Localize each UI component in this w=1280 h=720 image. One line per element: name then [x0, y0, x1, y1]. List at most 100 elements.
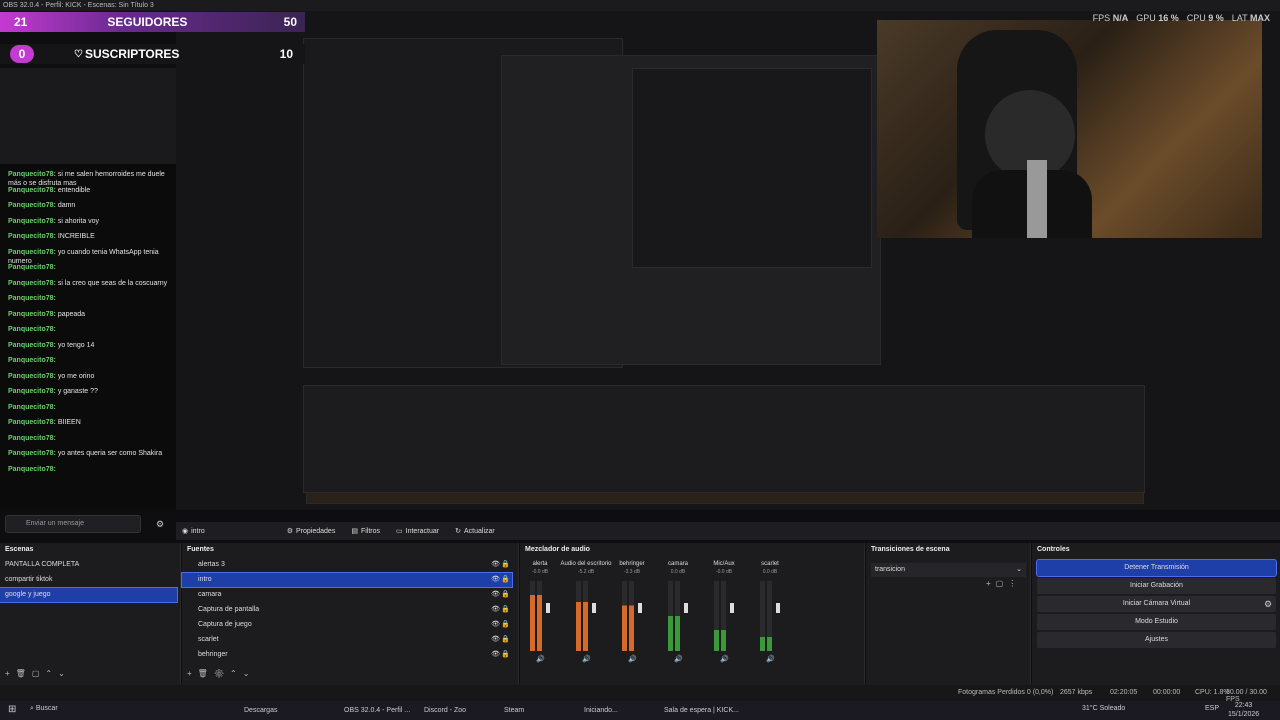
speaker-icon[interactable]: 🔊 [582, 654, 591, 663]
source-item[interactable]: Captura de juego 👁 🔒 [182, 618, 512, 632]
chat-username[interactable]: Panquecito78: [8, 218, 56, 225]
chat-message: Panquecito78: damn [8, 201, 172, 210]
control-button[interactable]: Iniciar Cámara Virtual [1037, 596, 1276, 612]
chat-username[interactable]: Panquecito78: [8, 233, 56, 240]
chat-username[interactable]: Panquecito78: [8, 435, 56, 442]
chat-input[interactable]: Enviar un mensaje [5, 515, 141, 533]
chat-username[interactable]: Panquecito78: [8, 450, 56, 457]
search-box[interactable]: ⌕ Buscar [30, 705, 58, 713]
lock-icon[interactable]: 🔒 [501, 633, 510, 647]
chat-username[interactable]: Panquecito78: [8, 419, 56, 426]
taskbar-app[interactable]: Descargas [230, 703, 277, 718]
windows-icon[interactable]: ⊞ [8, 704, 16, 715]
chat-username[interactable]: Panquecito78: [8, 295, 56, 302]
scene-item[interactable]: compartir tiktok [0, 573, 177, 587]
chat-username[interactable]: Panquecito78: [8, 342, 56, 349]
chevron-down-icon: ⌄ [1016, 566, 1022, 573]
scenes-controls[interactable]: +🗑▢⌃⌄ [5, 669, 71, 678]
chat-username[interactable]: Panquecito78: [8, 280, 56, 287]
heart-icon: ♡ [74, 48, 83, 60]
chat-username[interactable]: Panquecito78: [8, 326, 56, 333]
chat-text: yo tengo 14 [57, 341, 95, 349]
sources-controls[interactable]: +🗑⚙⌃⌄ [187, 669, 255, 678]
chat-username[interactable]: Panquecito78: [8, 187, 56, 194]
chat-username[interactable]: Panquecito78: [8, 249, 56, 256]
eye-icon[interactable]: 👁 [491, 603, 500, 617]
channel-db: -0.0 dB [716, 569, 733, 575]
speaker-icon[interactable]: 🔊 [674, 654, 683, 663]
volume-slider[interactable] [546, 603, 550, 613]
source-label: Captura de juego [198, 621, 252, 628]
chat-username[interactable]: Panquecito78: [8, 311, 56, 318]
chat-username[interactable]: Panquecito78: [8, 466, 56, 473]
source-item[interactable]: alertas 3 👁 🔒 [182, 558, 512, 572]
control-button[interactable]: Modo Estudio [1037, 614, 1276, 630]
transition-controls[interactable]: +▢⋮ [986, 579, 1021, 588]
taskbar-app[interactable]: Discord - Zoo [410, 703, 466, 718]
subs-label: SUSCRIPTORES [84, 47, 180, 61]
interact-button[interactable]: ▭ Interactuar [396, 527, 439, 536]
control-button[interactable]: Ajustes [1037, 632, 1276, 648]
taskbar-app[interactable]: OBS 32.0.4 - Perfil ... [330, 703, 410, 718]
lock-icon[interactable]: 🔒 [501, 648, 510, 662]
scene-item[interactable]: PANTALLA COMPLETA [0, 558, 177, 572]
channel-db: -3.3 dB [624, 569, 641, 575]
source-item[interactable]: camara 👁 🔒 [182, 588, 512, 602]
speaker-icon[interactable]: 🔊 [720, 654, 729, 663]
taskbar-app[interactable]: Sala de espera | KICK... [650, 703, 739, 718]
speaker-icon[interactable]: 🔊 [536, 654, 545, 663]
chat-message: Panquecito78: [8, 356, 172, 365]
lock-icon[interactable]: 🔒 [501, 558, 510, 572]
eye-icon[interactable]: 👁 [491, 588, 500, 602]
transition-select[interactable]: transicion ⌄ [871, 563, 1026, 577]
properties-button[interactable]: ⚙ Propiedades [287, 527, 336, 536]
volume-slider[interactable] [776, 603, 780, 613]
lock-icon[interactable]: 🔒 [501, 603, 510, 617]
eye-icon[interactable]: 👁 [491, 573, 500, 587]
speaker-icon[interactable]: 🔊 [766, 654, 775, 663]
virtual-camera-settings-icon[interactable]: ⚙ [1264, 599, 1272, 610]
channel-name: Mic/Aux [713, 561, 734, 567]
clock[interactable]: 22:43 15/1/2026 [1228, 701, 1259, 719]
source-item[interactable]: behringer 👁 🔒 [182, 648, 512, 662]
lock-icon[interactable]: 🔒 [501, 573, 510, 587]
eye-icon[interactable]: 👁 [491, 618, 500, 632]
language[interactable]: ESP [1205, 705, 1219, 712]
sources-title: Fuentes [182, 543, 518, 557]
control-button[interactable]: Iniciar Grabación [1037, 578, 1276, 594]
lock-icon[interactable]: 🔒 [501, 588, 510, 602]
filters-button[interactable]: ▤ Filtros [351, 527, 380, 536]
followers-goal: 50 [283, 15, 297, 29]
source-item[interactable]: Captura de pantalla 👁 🔒 [182, 603, 512, 617]
volume-slider[interactable] [638, 603, 642, 613]
channel-name: alerta [532, 561, 548, 567]
taskbar: ⊞ ⌕ Buscar Descargas OBS 32.0.4 - Perfil … [0, 701, 1280, 720]
taskbar-app[interactable]: Iniciando... [570, 703, 618, 718]
chat-username[interactable]: Panquecito78: [8, 404, 56, 411]
eye-icon[interactable]: 👁 [491, 633, 500, 647]
taskbar-app[interactable]: Steam [490, 703, 524, 718]
chat-username[interactable]: Panquecito78: [8, 171, 56, 178]
chat-message: Panquecito78: [8, 325, 172, 334]
weather[interactable]: 31°C Soleado [1082, 705, 1125, 712]
lock-icon[interactable]: 🔒 [501, 618, 510, 632]
scene-item[interactable]: google y juego [0, 587, 178, 603]
control-button[interactable]: Detener Transmisión [1036, 559, 1277, 577]
refresh-button[interactable]: ↻ Actualizar [455, 527, 495, 536]
speaker-icon[interactable]: 🔊 [628, 654, 637, 663]
chat-username[interactable]: Panquecito78: [8, 373, 56, 380]
chat-username[interactable]: Panquecito78: [8, 357, 56, 364]
meter-level [583, 602, 588, 651]
eye-icon[interactable]: 👁 [491, 648, 500, 662]
volume-slider[interactable] [684, 603, 688, 613]
chat-username[interactable]: Panquecito78: [8, 202, 56, 209]
source-item[interactable]: scarlet 👁 🔒 [182, 633, 512, 647]
volume-slider[interactable] [592, 603, 596, 613]
chat-settings-icon[interactable]: ⚙ [156, 519, 164, 530]
channel-db: 0.0 dB [763, 569, 778, 575]
chat-username[interactable]: Panquecito78: [8, 388, 56, 395]
eye-icon[interactable]: 👁 [491, 558, 500, 572]
source-item[interactable]: intro 👁 🔒 [181, 572, 513, 588]
volume-slider[interactable] [730, 603, 734, 613]
chat-username[interactable]: Panquecito78: [8, 264, 56, 271]
